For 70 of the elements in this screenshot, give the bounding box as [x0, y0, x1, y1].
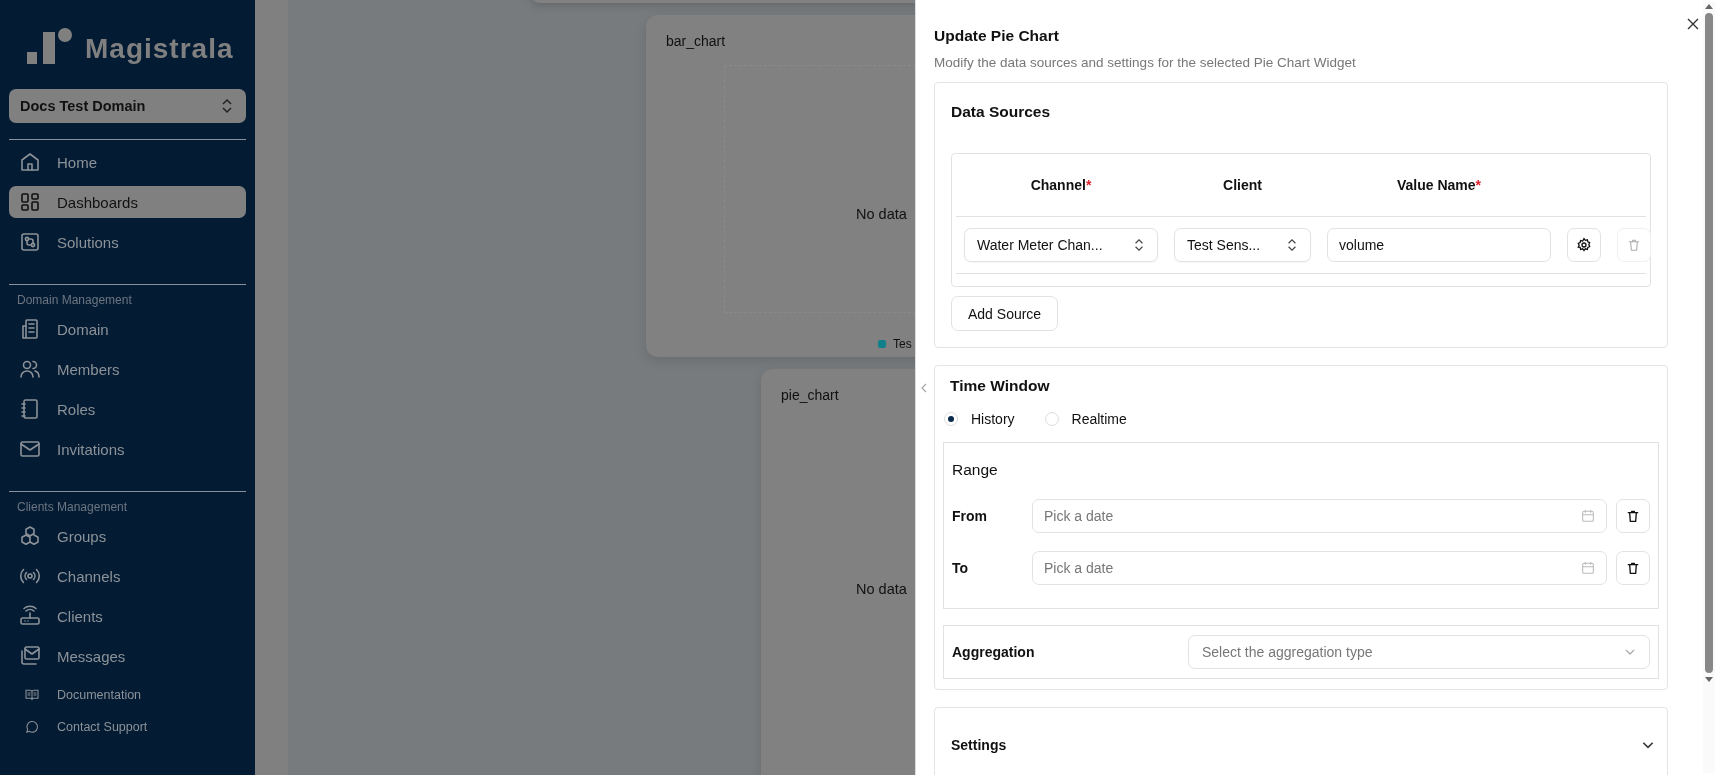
- footer-link[interactable]: Contact Support: [24, 718, 246, 736]
- chevrons-icon: [220, 98, 234, 114]
- nav-item[interactable]: Members: [9, 353, 246, 385]
- range-heading: Range: [952, 461, 999, 479]
- nav-item[interactable]: Domain: [9, 313, 246, 345]
- sheet-title: Update Pie Chart: [934, 27, 1060, 45]
- date-field[interactable]: Pick a date: [1032, 551, 1607, 585]
- nav-item[interactable]: Solutions: [9, 226, 246, 258]
- channel-select[interactable]: Water Meter Chan...: [964, 228, 1158, 262]
- nav-item[interactable]: Groups: [9, 520, 246, 552]
- column-header: Value Name*: [1395, 177, 1483, 193]
- scrollbar[interactable]: [1703, 2, 1715, 773]
- widget-title: pie_chart: [781, 387, 839, 403]
- logo-icon: [27, 28, 73, 64]
- section-title: Time Window: [949, 377, 1051, 395]
- clear-date-button[interactable]: [1616, 499, 1650, 533]
- calendar-icon: [1580, 560, 1596, 576]
- radio-option[interactable]: History: [943, 411, 1015, 427]
- settings-section[interactable]: Settings: [934, 707, 1668, 775]
- chevrons-icon: [1133, 237, 1145, 253]
- column-header: Client: [1222, 177, 1263, 193]
- domain-selector[interactable]: Docs Test Domain: [9, 89, 246, 123]
- aggregation-select[interactable]: Select the aggregation type: [1188, 635, 1650, 669]
- nav-item[interactable]: Invitations: [9, 433, 246, 465]
- widget-title: bar_chart: [666, 33, 726, 49]
- settings-button[interactable]: [1567, 228, 1601, 262]
- section-heading: Domain Management: [16, 292, 133, 309]
- radio-option[interactable]: Realtime: [1043, 411, 1127, 427]
- add-source-button[interactable]: Add Source: [951, 296, 1059, 331]
- empty-message: No data: [856, 581, 907, 597]
- nav-item[interactable]: Roles: [9, 393, 246, 425]
- date-field[interactable]: Pick a date: [1032, 499, 1607, 533]
- sheet-description: Modify the data sources and settings for the selected Pie Chart Widget: [934, 55, 1357, 70]
- chevrons-icon: [1286, 237, 1298, 253]
- field-label: To: [952, 560, 970, 576]
- scroll-up-icon[interactable]: [1704, 2, 1714, 10]
- scroll-thumb[interactable]: [1705, 13, 1713, 673]
- grid-icon: [18, 190, 42, 214]
- section-heading: Clients Management: [16, 499, 129, 516]
- legend-label: Tes: [893, 337, 912, 351]
- cubes-icon: [18, 524, 42, 548]
- close-icon[interactable]: [1687, 18, 1699, 30]
- trash-icon: [1625, 560, 1641, 576]
- nav-item[interactable]: Home: [9, 146, 246, 178]
- legend-swatch: [878, 340, 886, 348]
- chat-icon: [24, 719, 40, 735]
- client-select[interactable]: Test Sens...: [1174, 228, 1311, 262]
- home-icon: [18, 150, 42, 174]
- field-label: From: [952, 508, 988, 524]
- nav-item[interactable]: Dashboards: [9, 186, 246, 218]
- column-header: Channel*: [1029, 177, 1093, 193]
- calendar-icon: [1580, 508, 1596, 524]
- nav-item[interactable]: Clients: [9, 600, 246, 632]
- section-title: Data Sources: [951, 103, 1052, 121]
- router-icon: [18, 604, 42, 628]
- flowchart-icon: [18, 230, 42, 254]
- nav-item[interactable]: Messages: [9, 640, 246, 672]
- clear-date-button[interactable]: [1616, 551, 1650, 585]
- settings-icon: [1576, 237, 1592, 253]
- nav-item[interactable]: Channels: [9, 560, 246, 592]
- footer-link[interactable]: Documentation: [24, 686, 246, 704]
- scroll-down-icon[interactable]: [1704, 676, 1714, 684]
- value-name-field[interactable]: volume: [1327, 228, 1551, 262]
- trash-icon: [1626, 237, 1642, 253]
- field-label: Aggregation: [952, 644, 1036, 660]
- trash-icon: [1625, 508, 1641, 524]
- mail-icon: [18, 644, 42, 668]
- empty-message: No data: [856, 206, 907, 222]
- book-icon: [24, 687, 40, 703]
- logo-text: Magistrala: [85, 34, 234, 64]
